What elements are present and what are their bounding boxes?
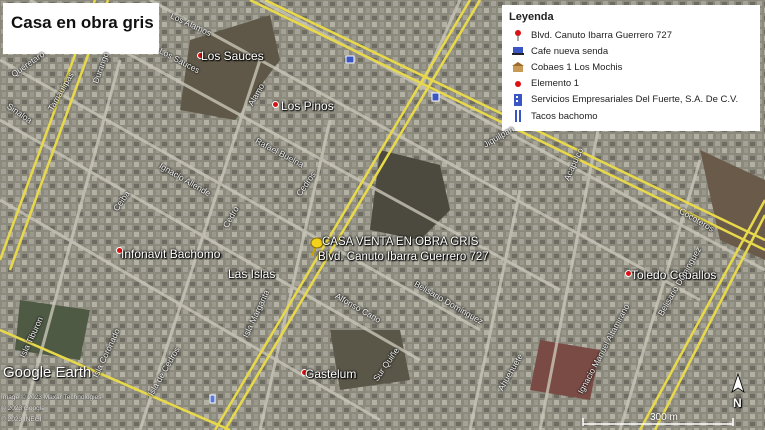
legend-label: Cobaes 1 Los Mochis <box>531 61 623 73</box>
legend-heading: Leyenda <box>509 11 554 23</box>
office-icon <box>509 93 527 106</box>
google-earth-logo: Google Earth <box>3 364 92 381</box>
place-label-las-islas[interactable]: Las Islas <box>228 267 275 281</box>
map-title: Casa en obra gris <box>3 3 159 54</box>
laptop-marker-icon[interactable] <box>345 55 355 64</box>
red-pin-icon <box>509 29 527 42</box>
legend-item[interactable]: Blvd. Canuto Ibarra Guerrero 727 <box>509 27 754 43</box>
place-dot-icon[interactable] <box>272 101 279 108</box>
google-credit: © 2023 Google <box>1 405 45 412</box>
main-pin-address[interactable]: Blvd. Canuto Ibarra Guerrero 727 <box>318 251 489 263</box>
legend-label: Servicios Empresariales Del Fuerte, S.A.… <box>531 94 739 106</box>
legend-item[interactable]: Cobaes 1 Los Mochis <box>509 59 754 75</box>
laptop-icon <box>509 46 527 56</box>
place-label-infonavit[interactable]: Infonavit Bachomo <box>121 247 220 261</box>
restaurant-marker-icon[interactable] <box>209 394 216 404</box>
imagery-credit: Image © 2023 Maxar Technologies <box>1 394 102 401</box>
north-label: N <box>733 396 742 410</box>
legend-item[interactable]: Servicios Empresariales Del Fuerte, S.A.… <box>509 92 754 108</box>
restaurant-icon <box>509 110 527 123</box>
school-icon <box>509 62 527 73</box>
legend-label: Elemento 1 <box>531 78 580 90</box>
legend-item[interactable]: Tacos bachomo <box>509 108 754 124</box>
place-label-los-sauces[interactable]: Los Sauces <box>201 49 264 63</box>
legend-label: Blvd. Canuto Ibarra Guerrero 727 <box>531 29 672 41</box>
legend-item[interactable]: Elemento 1 <box>509 76 754 92</box>
scale-label: 300 m <box>650 412 678 423</box>
place-label-los-pinos[interactable]: Los Pinos <box>281 99 334 113</box>
red-dot-icon <box>509 80 527 88</box>
main-pin-label[interactable]: CASA VENTA EN OBRA GRIS <box>322 236 478 248</box>
office-marker-icon[interactable] <box>431 92 440 102</box>
legend-panel: Leyenda Blvd. Canuto Ibarra Guerrero 727… <box>502 5 760 131</box>
legend-label: Tacos bachomo <box>531 110 598 122</box>
legend-item[interactable]: Cafe nueva senda <box>509 43 754 59</box>
legend-label: Cafe nueva senda <box>531 45 609 57</box>
place-label-gastelum[interactable]: Gastelum <box>305 367 356 381</box>
field-south <box>330 330 410 390</box>
inegi-credit: © 2023 INEGI <box>1 416 42 423</box>
